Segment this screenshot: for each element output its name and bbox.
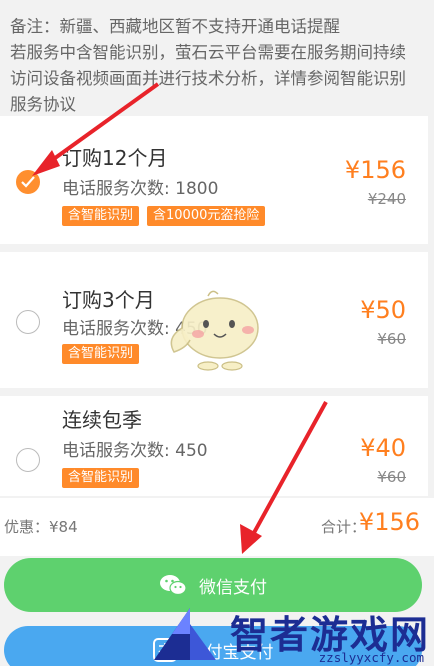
wechat-pay-label: 微信支付	[199, 577, 267, 598]
radio-unchecked-icon[interactable]	[16, 448, 40, 472]
plan-price: ¥50	[360, 296, 406, 324]
plan-call-count: 电话服务次数: 1800	[62, 179, 219, 199]
plan-title: 订购3个月	[62, 288, 155, 312]
notice-text: 备注：新疆、西藏地区暂不支持开通电话提醒 若服务中含智能识别，萤石云平台需要在服…	[0, 0, 434, 114]
plan-original-price: ¥60	[377, 330, 406, 348]
radio-unchecked-icon[interactable]	[16, 310, 40, 334]
total-value: ¥156	[358, 508, 420, 536]
tag-smart-recognition: 含智能识别	[62, 344, 140, 364]
plan-original-price: ¥240	[367, 190, 406, 208]
tag-theft-insurance: 含10000元盗抢险	[147, 206, 266, 226]
watermark-url: zzslyyxcfy.com	[318, 650, 424, 665]
wechat-icon	[159, 574, 187, 596]
mascot-watermark-icon	[170, 290, 259, 371]
notice-line-2: 若服务中含智能识别，萤石云平台需要在服务期间持续	[10, 43, 406, 62]
plan-call-count: 电话服务次数: 450	[62, 441, 208, 461]
notice-line-3: 访问设备视频画面并进行技术分析，详情参阅智能识别	[10, 69, 406, 88]
watermark-logo-icon	[154, 608, 216, 660]
site-watermark: 智者游戏网 zzslyyxcfy.com	[154, 604, 430, 665]
plan-title: 连续包季	[62, 408, 142, 432]
payment-summary: 优惠：¥84 合计： ¥156	[0, 498, 434, 556]
notice-line-1: 备注：新疆、西藏地区暂不支持开通电话提醒	[10, 17, 340, 36]
radio-checked-icon[interactable]	[16, 170, 40, 194]
plan-original-price: ¥60	[377, 468, 406, 486]
notice-line-4: 服务协议	[10, 95, 76, 114]
discount-text: 优惠：¥84	[4, 518, 78, 536]
tag-smart-recognition: 含智能识别	[62, 206, 140, 226]
plan-price: ¥156	[344, 156, 406, 184]
plan-card-quarterly[interactable]: 连续包季 电话服务次数: 450 含智能识别 ¥40 ¥60	[0, 396, 428, 496]
tag-smart-recognition: 含智能识别	[62, 468, 140, 488]
plan-price: ¥40	[360, 434, 406, 462]
plan-card-12-months[interactable]: 订购12个月 电话服务次数: 1800 含智能识别 含10000元盗抢险 ¥15…	[0, 116, 428, 244]
plan-title: 订购12个月	[62, 146, 168, 170]
